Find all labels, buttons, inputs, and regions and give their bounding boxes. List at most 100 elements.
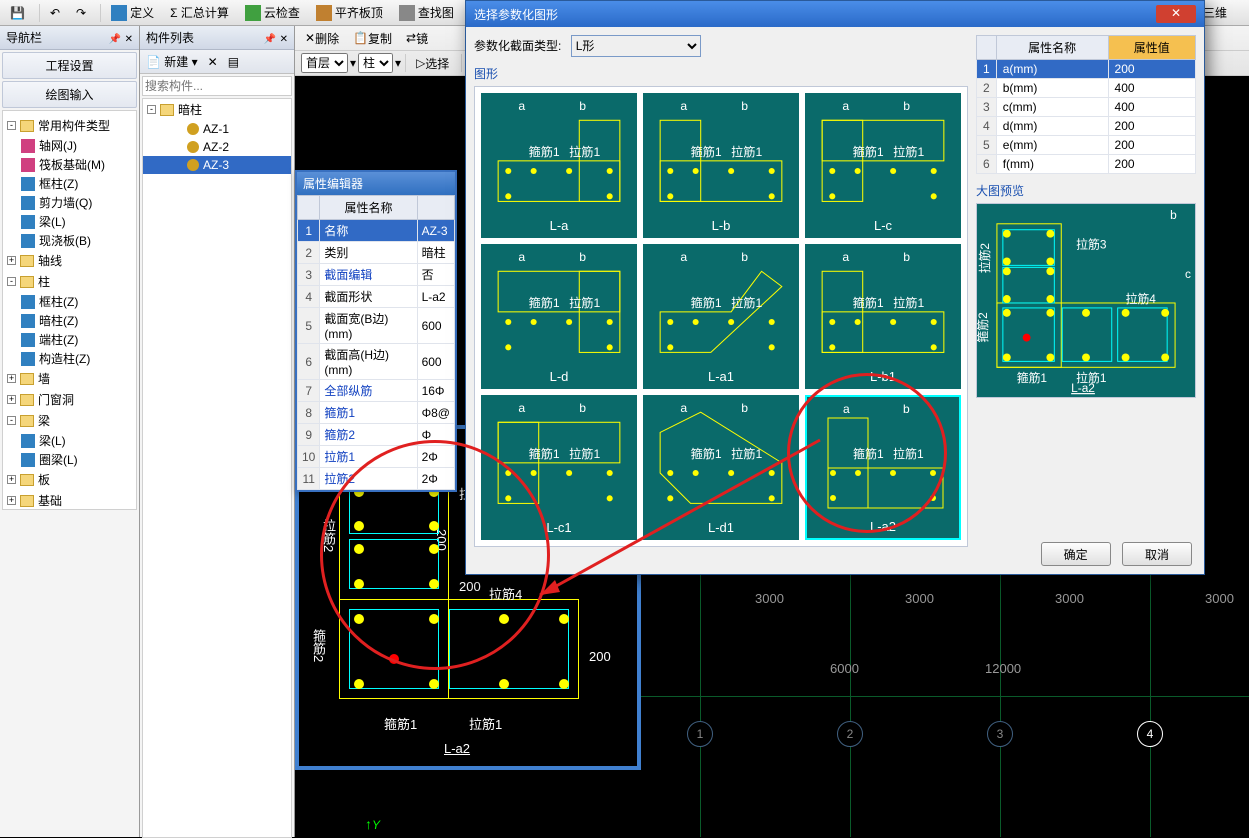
- property-row[interactable]: 5截面宽(B边)(mm)600: [298, 308, 455, 344]
- new-button[interactable]: 📄 新建 ▾: [142, 52, 202, 71]
- shape-option[interactable]: ab 箍筋1拉筋1 L-b: [643, 93, 799, 238]
- svg-text:b: b: [903, 100, 910, 113]
- comp-more-button[interactable]: ▤: [224, 54, 243, 70]
- select-button[interactable]: ▷ 选择: [410, 53, 455, 74]
- shape-option[interactable]: ab 箍筋1拉筋1 L-c: [805, 93, 961, 238]
- nav-group[interactable]: -柱: [3, 271, 136, 292]
- component-item[interactable]: AZ-1: [143, 120, 291, 138]
- nav-item[interactable]: 筏板基础(M): [3, 155, 136, 174]
- find-img-button[interactable]: 查找图: [393, 2, 460, 23]
- shape-option[interactable]: ab 箍筋1拉筋1 L-a: [481, 93, 637, 238]
- property-row[interactable]: 8箍筋1Φ8@: [298, 402, 455, 424]
- attr-row[interactable]: 5e(mm)200: [977, 136, 1196, 155]
- prop-editor-title: 属性编辑器: [297, 172, 455, 195]
- attr-row[interactable]: 6f(mm)200: [977, 155, 1196, 174]
- cloud-check-button[interactable]: 云检查: [239, 2, 306, 23]
- svg-text:b: b: [741, 402, 748, 415]
- search-input[interactable]: [145, 79, 289, 93]
- project-settings-button[interactable]: 工程设置: [2, 52, 137, 79]
- comp-close-icon[interactable]: ✕: [280, 34, 288, 45]
- svg-text:b: b: [741, 100, 748, 113]
- property-row[interactable]: 4截面形状L-a2: [298, 286, 455, 308]
- attr-row[interactable]: 1a(mm)200: [977, 60, 1196, 79]
- svg-text:a: a: [842, 100, 849, 113]
- nav-item[interactable]: 梁(L): [3, 431, 136, 450]
- attr-row[interactable]: 2b(mm)400: [977, 79, 1196, 98]
- shape-option[interactable]: ab 箍筋1拉筋1 L-a2: [805, 395, 961, 540]
- comp-pin-icon[interactable]: 📌: [264, 34, 276, 45]
- nav-item[interactable]: 构造柱(Z): [3, 349, 136, 368]
- nav-item[interactable]: 圈梁(L): [3, 450, 136, 469]
- draw-copy-button[interactable]: 📋 复制: [347, 28, 398, 49]
- svg-text:拉筋2: 拉筋2: [978, 243, 992, 273]
- nav-group[interactable]: +门窗洞: [3, 389, 136, 410]
- nav-item[interactable]: 梁(L): [3, 212, 136, 231]
- nav-item[interactable]: 轴网(J): [3, 136, 136, 155]
- nav-pin-icon[interactable]: 📌: [109, 34, 121, 45]
- nav-item[interactable]: 框柱(Z): [3, 292, 136, 311]
- attr-row[interactable]: 3c(mm)400: [977, 98, 1196, 117]
- shape-option[interactable]: ab 箍筋1拉筋1 L-a1: [643, 244, 799, 389]
- svg-text:拉筋3: 拉筋3: [1076, 238, 1107, 252]
- draw-input-button[interactable]: 绘图输入: [2, 81, 137, 108]
- property-row[interactable]: 11拉筋22Φ: [298, 468, 455, 490]
- level-top-button[interactable]: 平齐板顶: [310, 2, 389, 23]
- property-row[interactable]: 7全部纵筋16Φ: [298, 380, 455, 402]
- shape-option[interactable]: ab 箍筋1拉筋1 L-b1: [805, 244, 961, 389]
- svg-text:箍筋1: 箍筋1: [529, 446, 560, 461]
- dim-label: 3000: [1055, 591, 1084, 606]
- tree-root[interactable]: -暗柱: [143, 99, 291, 120]
- nav-item[interactable]: 现浇板(B): [3, 231, 136, 250]
- sum-calc-button[interactable]: Σ 汇总计算: [164, 2, 235, 23]
- svg-text:拉筋1: 拉筋1: [893, 446, 924, 461]
- ok-button[interactable]: 确定: [1041, 542, 1111, 566]
- undo-button[interactable]: ↶: [44, 4, 66, 22]
- shape-option[interactable]: ab 箍筋1拉筋1 L-d1: [643, 395, 799, 540]
- shape-option[interactable]: ab 箍筋1拉筋1 L-c1: [481, 395, 637, 540]
- nav-close-icon[interactable]: ✕: [125, 34, 133, 45]
- nav-group[interactable]: +板: [3, 469, 136, 490]
- close-icon[interactable]: ✕: [1156, 5, 1196, 23]
- axis-marker: 1: [687, 721, 713, 747]
- section-type-select[interactable]: L形: [571, 35, 701, 57]
- nav-group[interactable]: +轴线: [3, 250, 136, 271]
- draw-mirror-button[interactable]: ⇄ 镜: [400, 28, 434, 49]
- nav-item[interactable]: 端柱(Z): [3, 330, 136, 349]
- draw-delete-button[interactable]: ✕ 删除: [299, 28, 345, 49]
- svg-text:b: b: [579, 402, 586, 415]
- nav-group[interactable]: -常用构件类型: [3, 115, 136, 136]
- svg-text:箍筋1: 箍筋1: [691, 446, 722, 461]
- dim3-button[interactable]: 三维: [1203, 4, 1227, 21]
- property-row[interactable]: 6截面高(H边)(mm)600: [298, 344, 455, 380]
- delete-comp-button[interactable]: ✕: [204, 54, 222, 70]
- attr-row[interactable]: 4d(mm)200: [977, 117, 1196, 136]
- nav-group[interactable]: +墙: [3, 368, 136, 389]
- shapes-label: 图形: [474, 65, 968, 82]
- floor-select[interactable]: 首层: [301, 53, 348, 73]
- type-select[interactable]: 柱: [358, 53, 393, 73]
- svg-text:L-a2: L-a2: [1071, 381, 1095, 395]
- nav-group[interactable]: +基础: [3, 490, 136, 510]
- component-item[interactable]: AZ-2: [143, 138, 291, 156]
- property-row[interactable]: 2类别暗柱: [298, 242, 455, 264]
- property-row[interactable]: 9箍筋2Φ: [298, 424, 455, 446]
- svg-text:a: a: [680, 402, 687, 415]
- dialog-titlebar[interactable]: 选择参数化图形 ✕: [466, 1, 1204, 27]
- shape-option[interactable]: ab 箍筋1拉筋1 L-d: [481, 244, 637, 389]
- nav-group[interactable]: -梁: [3, 410, 136, 431]
- nav-item[interactable]: 剪力墙(Q): [3, 193, 136, 212]
- component-item[interactable]: AZ-3: [143, 156, 291, 174]
- define-button[interactable]: 定义: [105, 2, 160, 23]
- nav-item[interactable]: 暗柱(Z): [3, 311, 136, 330]
- svg-text:b: b: [903, 403, 910, 416]
- save-button[interactable]: 💾: [4, 4, 31, 22]
- preview-label: 大图预览: [976, 182, 1196, 199]
- toolbar-right: 三维: [1199, 0, 1249, 26]
- redo-button[interactable]: ↷: [70, 4, 92, 22]
- property-row[interactable]: 3截面编辑否: [298, 264, 455, 286]
- nav-item[interactable]: 框柱(Z): [3, 174, 136, 193]
- property-row[interactable]: 10拉筋12Φ: [298, 446, 455, 468]
- cancel-button[interactable]: 取消: [1122, 542, 1192, 566]
- dim-label: 3000: [755, 591, 784, 606]
- property-row[interactable]: 1名称AZ-3: [298, 220, 455, 242]
